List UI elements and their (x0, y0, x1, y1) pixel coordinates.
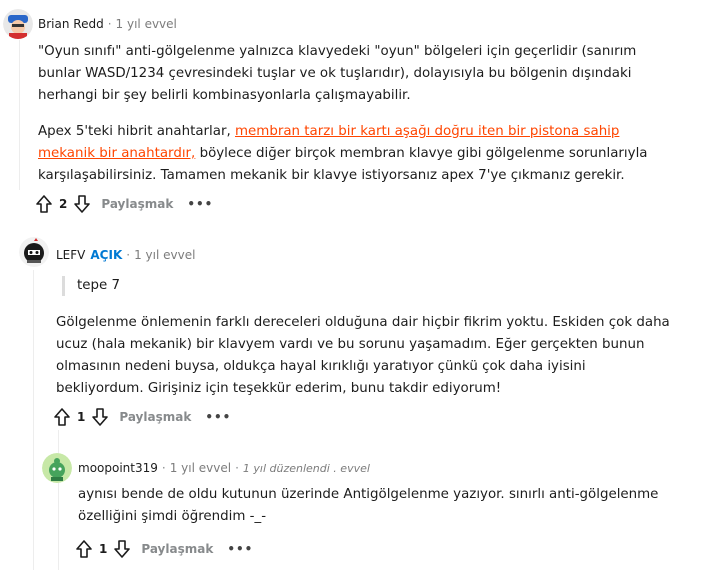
thread-line[interactable] (19, 40, 20, 190)
comment-paragraph: "Oyun sınıfı" anti-gölgelenme yalnızca k… (38, 44, 637, 103)
comment-header: Brian Redd · 1 yıl evvel (38, 17, 177, 31)
more-icon[interactable]: ••• (205, 410, 231, 424)
comment-header: LEFV AÇIK · 1 yıl evvel (56, 248, 195, 262)
share-button[interactable]: Paylaşmak (141, 542, 213, 556)
downvote-icon[interactable] (73, 194, 91, 214)
comment-header: moopoint319 · 1 yıl evvel · 1 yıl düzenl… (78, 461, 370, 475)
author-name[interactable]: LEFV (56, 248, 85, 262)
timestamp[interactable]: 1 yıl evvel (134, 248, 195, 262)
share-button[interactable]: Paylaşmak (119, 410, 191, 424)
thread-line[interactable] (33, 270, 34, 570)
author-name[interactable]: moopoint319 (78, 461, 158, 475)
avatar[interactable] (19, 237, 49, 267)
upvote-icon[interactable] (53, 407, 71, 427)
more-icon[interactable]: ••• (187, 197, 213, 211)
upvote-icon[interactable] (75, 539, 93, 559)
comment-actions: 1 Paylaşmak ••• (75, 539, 253, 559)
text-span: Apex 5'teki hibrit anahtarlar, (38, 124, 235, 139)
separator-dot: · (126, 248, 131, 262)
timestamp[interactable]: 1 yıl evvel (170, 461, 231, 475)
downvote-icon[interactable] (113, 539, 131, 559)
share-button[interactable]: Paylaşmak (101, 197, 173, 211)
comment-body: Gölgelenme önlemenin farklı dereceleri o… (56, 312, 676, 400)
op-badge: AÇIK (90, 248, 123, 262)
separator-dot: · (107, 17, 112, 31)
more-icon[interactable]: ••• (227, 542, 253, 556)
vote-count: 2 (59, 197, 68, 211)
blockquote: tepe 7 (62, 276, 120, 296)
edited-label: 1 yıl düzenlendi . evvel (242, 461, 370, 475)
comment-paragraph: Apex 5'teki hibrit anahtarlar, membran t… (38, 121, 678, 187)
comment-body: "Oyun sınıfı" anti-gölgelenme yalnızca k… (38, 41, 678, 187)
vote-count: 1 (99, 542, 108, 556)
timestamp[interactable]: 1 yıl evvel (116, 17, 177, 31)
comment-paragraph: aynısı bende de oldu kutunun üzerinde An… (78, 487, 659, 524)
thread-line[interactable] (58, 430, 59, 570)
separator-dot: · (235, 461, 239, 475)
avatar[interactable] (3, 9, 33, 39)
avatar[interactable] (42, 453, 72, 483)
upvote-icon[interactable] (35, 194, 53, 214)
comment-actions: 1 Paylaşmak ••• (53, 407, 231, 427)
separator-dot: · (161, 461, 166, 475)
downvote-icon[interactable] (91, 407, 109, 427)
author-name[interactable]: Brian Redd (38, 17, 104, 31)
comment-actions: 2 Paylaşmak ••• (35, 194, 213, 214)
comment-body: aynısı bende de oldu kutunun üzerinde An… (78, 484, 678, 528)
vote-count: 1 (77, 410, 86, 424)
comment-paragraph: Gölgelenme önlemenin farklı dereceleri o… (56, 315, 670, 396)
